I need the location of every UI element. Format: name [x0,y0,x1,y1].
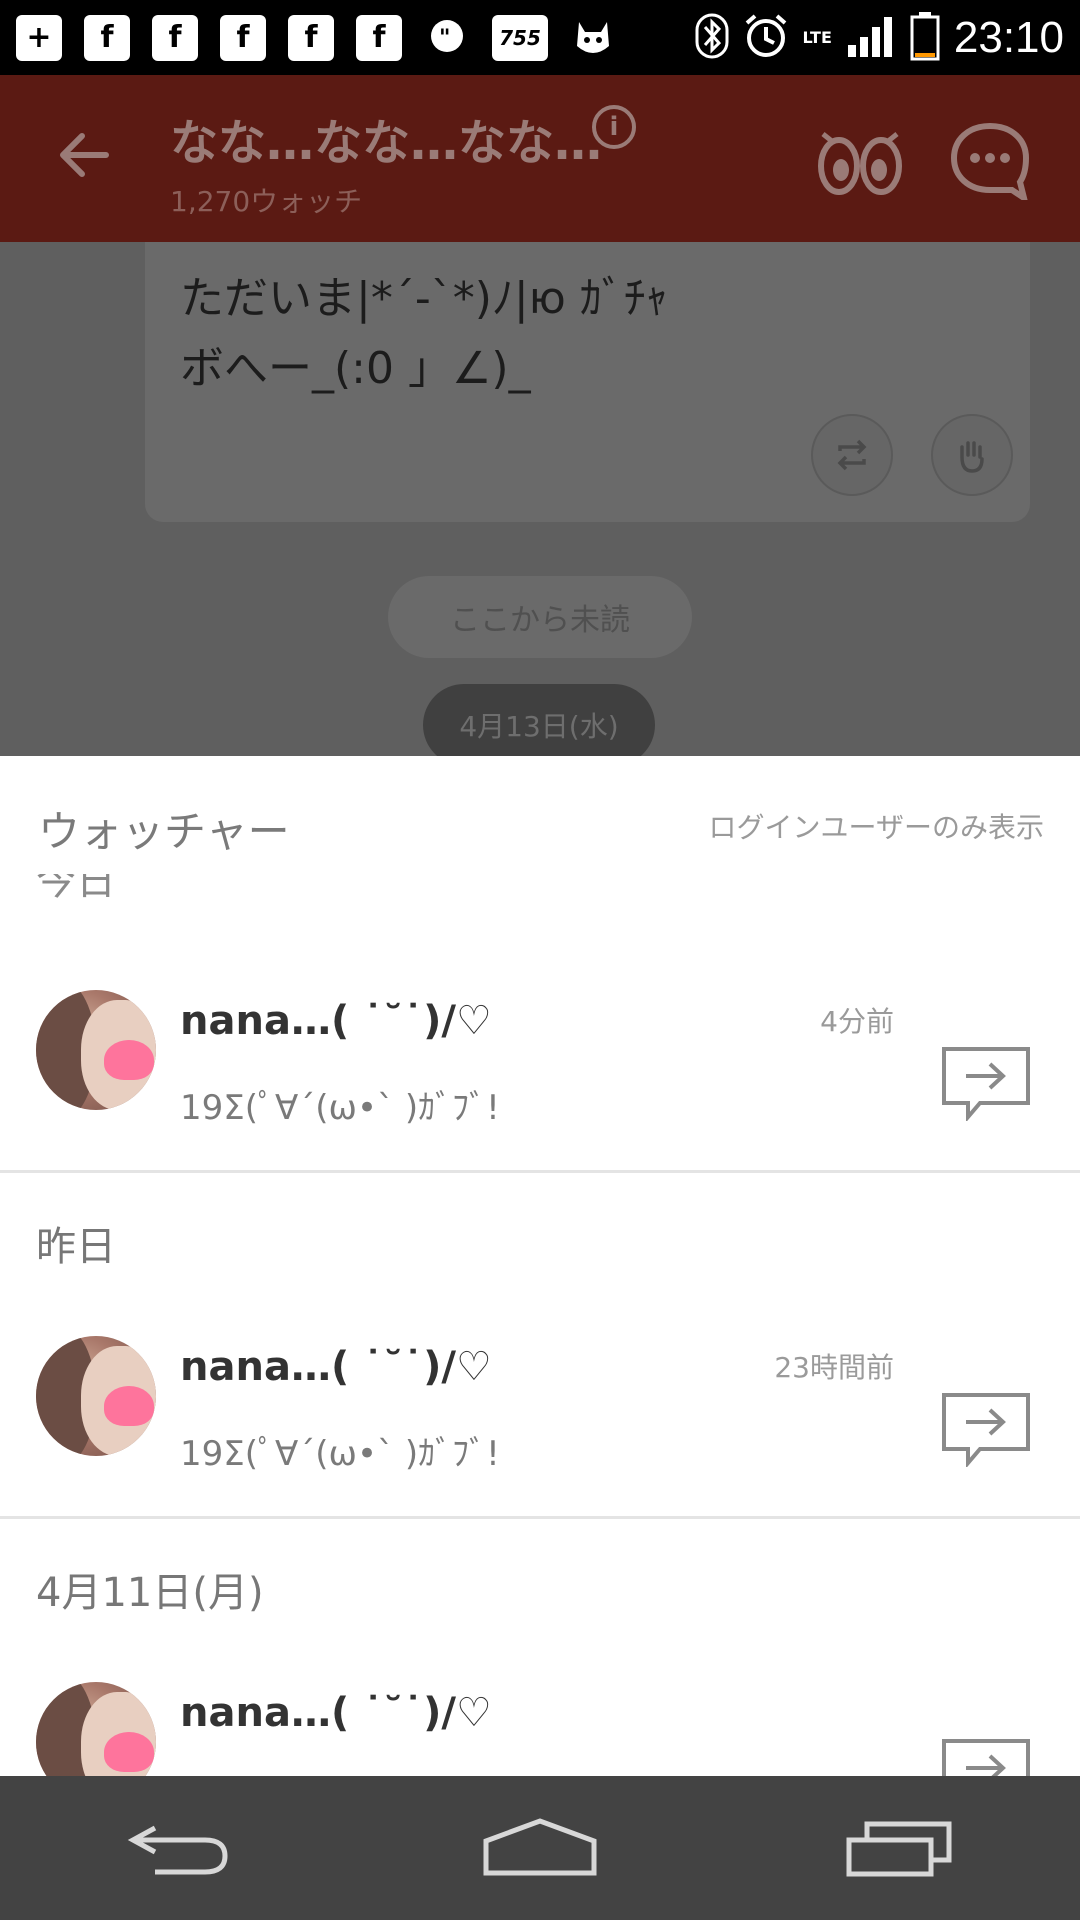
lte-icon: LTE [802,28,832,47]
watcher-bio: 19Σ(ﾟ∀´(ω•` )ｶﾞﾌﾞ! [180,1434,500,1474]
watcher-item[interactable]: nana…( ˙˘˙)/♡ [0,1682,1080,1776]
plus-icon: + [16,14,62,61]
watch-time: 23時間前 [774,1351,894,1384]
info-icon[interactable]: i [592,105,636,149]
watcher-bio: 19Σ(ﾟ∀´(ω•` )ｶﾞﾌﾞ! [180,1088,500,1128]
eyes-icon[interactable] [815,120,905,200]
date-marker: 4月13日(水) [423,684,655,756]
divider [0,1170,1080,1173]
section-label-today: 今日 [36,874,116,900]
facebook-icon: f [288,14,334,61]
system-icons: LTE 23:10 [695,11,1064,65]
reply-arrow-icon[interactable] [940,1391,1032,1469]
reply-arrow-icon[interactable] [940,1737,1032,1776]
divider [0,1516,1080,1519]
recents-nav-icon[interactable] [840,1808,960,1888]
page-title: なな…なな…なな… [170,115,603,171]
facebook-icon: f [84,14,130,61]
notification-icons: + f f f f f " 755 [16,14,616,61]
section-label-yesterday: 昨日 [36,1224,116,1270]
watch-count: 1,270ウォッチ [170,185,363,218]
repost-button[interactable] [811,414,893,496]
status-bar: + f f f f f " 755 LTE 23:10 [0,0,1080,75]
chat-background: ただいま|*´-`*)ﾉ|ю ｶﾞﾁｬ ボへー_(:0 」∠)_ ここから未読 … [0,242,1080,756]
message-text: ただいま|*´-`*)ﾉ|ю ｶﾞﾁｬ ボへー_(:0 」∠)_ [180,273,668,394]
clock: 23:10 [953,12,1064,62]
bluetooth-icon [695,13,729,63]
avatar [36,1682,156,1776]
section-label-april11: 4月11日(月) [36,1570,264,1616]
watcher-name: nana…( ˙˘˙)/♡ [180,1690,492,1736]
avatar [36,1336,156,1456]
watcher-name: nana…( ˙˘˙)/♡ [180,1344,492,1390]
facebook-icon: f [356,14,402,61]
reply-arrow-icon[interactable] [940,1045,1032,1123]
watcher-item[interactable]: nana…( ˙˘˙)/♡ 4分前 19Σ(ﾟ∀´(ω•` )ｶﾞﾌﾞ! [0,990,1080,1160]
alarm-icon [743,13,789,63]
svg-text:": " [439,26,450,51]
back-arrow-icon[interactable] [56,130,112,180]
login-only-note: ログインユーザーのみ表示 [708,811,1044,844]
chat-bubble-icon[interactable] [950,120,1030,205]
navigation-bar [0,1776,1080,1920]
watch-time: 4分前 [820,1005,894,1038]
sheet-title: ウォッチャー [38,807,290,856]
watcher-item[interactable]: nana…( ˙˘˙)/♡ 23時間前 19Σ(ﾟ∀´(ω•` )ｶﾞﾌﾞ! [0,1336,1080,1506]
facebook-icon: f [220,14,266,61]
facebook-icon: f [152,14,198,61]
signal-icon [846,13,896,63]
hand-icon[interactable] [931,414,1013,496]
app-bar: なな…なな…なな… i 1,270ウォッチ [0,75,1080,242]
home-nav-icon[interactable] [480,1808,600,1888]
755-icon: 755 [492,14,548,61]
battery-icon [910,11,940,65]
unread-marker: ここから未読 [388,576,692,658]
watcher-name: nana…( ˙˘˙)/♡ [180,998,492,1044]
message-bubble[interactable]: ただいま|*´-`*)ﾉ|ю ｶﾞﾁｬ ボへー_(:0 」∠)_ [145,242,1030,522]
back-nav-icon[interactable] [120,1808,240,1888]
dog-icon [570,15,616,61]
watchers-sheet: ウォッチャー ログインユーザーのみ表示 今日 nana…( ˙˘˙)/♡ 4分前… [0,756,1080,1776]
quote-icon: " [424,15,470,61]
avatar [36,990,156,1110]
